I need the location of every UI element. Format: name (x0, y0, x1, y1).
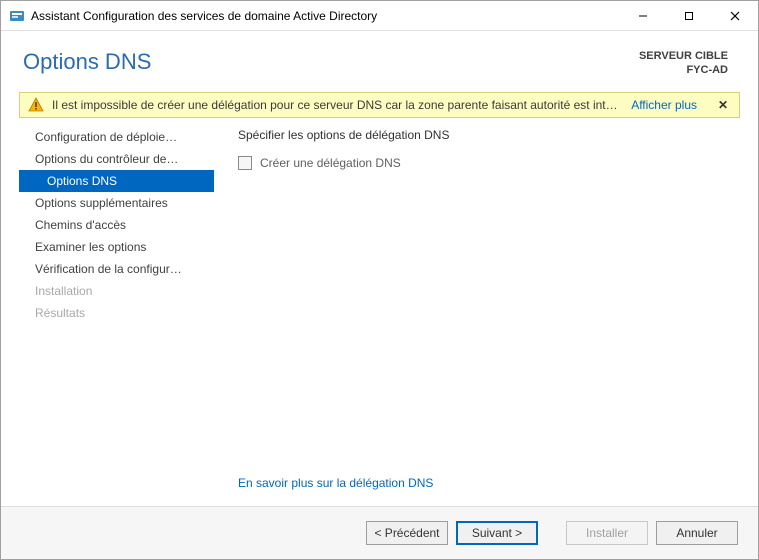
sidebar-item-dns-options[interactable]: Options DNS (19, 170, 214, 192)
sidebar-nav: Configuration de déploie… Options du con… (19, 124, 214, 506)
sidebar-item-additional-options[interactable]: Options supplémentaires (19, 192, 214, 214)
footer: < Précédent Suivant > Installer Annuler (1, 507, 758, 559)
sidebar-item-install: Installation (19, 280, 214, 302)
target-server-block: SERVEUR CIBLE FYC-AD (639, 49, 728, 78)
close-button[interactable] (712, 1, 758, 30)
cancel-button[interactable]: Annuler (656, 521, 738, 545)
title-bar: Assistant Configuration des services de … (1, 1, 758, 31)
app-icon (9, 8, 25, 24)
target-server-label: SERVEUR CIBLE (639, 49, 728, 63)
button-gap (546, 521, 558, 545)
sidebar-item-deploy-config[interactable]: Configuration de déploie… (19, 126, 214, 148)
warning-text: Il est impossible de créer une délégatio… (52, 98, 619, 112)
create-delegation-checkbox[interactable] (238, 156, 252, 170)
install-button: Installer (566, 521, 648, 545)
section-heading: Spécifier les options de délégation DNS (238, 128, 736, 142)
wizard-window: Assistant Configuration des services de … (0, 0, 759, 560)
window-controls (620, 1, 758, 30)
page-title: Options DNS (23, 49, 151, 75)
sidebar-item-results: Résultats (19, 302, 214, 324)
window-title: Assistant Configuration des services de … (31, 9, 620, 23)
next-button[interactable]: Suivant > (456, 521, 538, 545)
warning-banner: Il est impossible de créer une délégatio… (19, 92, 740, 118)
banner-close-button[interactable]: ✕ (715, 97, 731, 113)
body: Configuration de déploie… Options du con… (1, 124, 758, 506)
header: Options DNS SERVEUR CIBLE FYC-AD (1, 31, 758, 88)
sidebar-item-review[interactable]: Examiner les options (19, 236, 214, 258)
learn-more-link[interactable]: En savoir plus sur la délégation DNS (238, 476, 736, 502)
sidebar-item-prereq-check[interactable]: Vérification de la configur… (19, 258, 214, 280)
main-content: Spécifier les options de délégation DNS … (214, 124, 740, 506)
minimize-button[interactable] (620, 1, 666, 30)
show-more-link[interactable]: Afficher plus (631, 98, 697, 112)
checkbox-row-create-delegation: Créer une délégation DNS (238, 156, 736, 170)
sidebar-item-dc-options[interactable]: Options du contrôleur de… (19, 148, 214, 170)
warning-icon (28, 97, 44, 113)
create-delegation-label: Créer une délégation DNS (260, 156, 401, 170)
sidebar-item-paths[interactable]: Chemins d'accès (19, 214, 214, 236)
previous-button[interactable]: < Précédent (366, 521, 448, 545)
maximize-button[interactable] (666, 1, 712, 30)
target-server-name: FYC-AD (639, 63, 728, 77)
spacer (238, 170, 736, 476)
